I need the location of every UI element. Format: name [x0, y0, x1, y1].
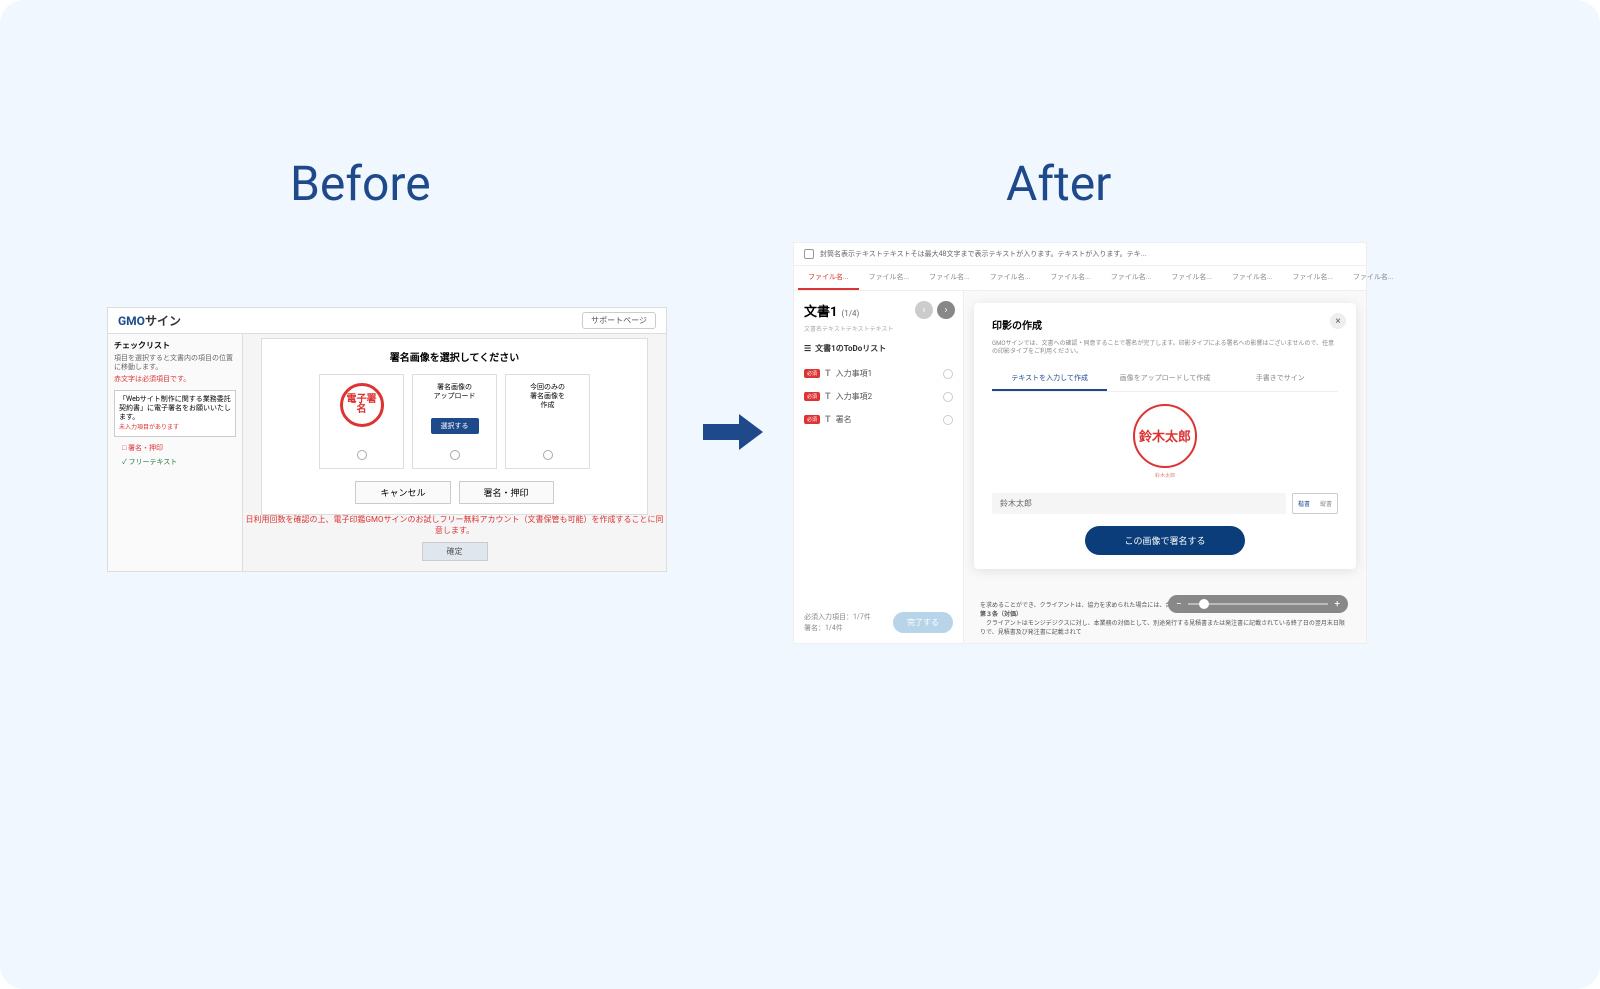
text-icon: T [825, 392, 831, 402]
status-icon [943, 369, 953, 379]
seal-modal-desc: GMOサインでは、文書への確認・同意することで署名が完了します。印影タイプによる… [992, 340, 1338, 357]
file-tab-7[interactable]: ファイル名... [1161, 266, 1222, 290]
hanko-sub: 鈴木太郎 [1155, 472, 1175, 479]
file-tab-5[interactable]: ファイル名... [1040, 266, 1101, 290]
progress-stats: 必須入力項目：1/7件 署名：1/4件 [804, 612, 871, 633]
before-sidebar: チェックリスト 項目を選択すると文書内の項目の位置に移動します。 赤文字は必須項… [108, 334, 243, 571]
sign-button[interactable]: 署名・押印 [459, 481, 554, 504]
support-button[interactable]: サポートページ [582, 312, 656, 329]
checklist-item-text[interactable]: ✓ フリーテキスト [114, 457, 236, 467]
before-heading: Before [290, 155, 431, 212]
name-input[interactable]: 鈴木太郎 [992, 493, 1286, 514]
radio-icon[interactable] [357, 450, 367, 460]
confirm-button[interactable]: 確定 [422, 542, 488, 561]
after-heading: After [1006, 155, 1111, 212]
radio-icon[interactable] [543, 450, 553, 460]
file-tab-8[interactable]: ファイル名... [1222, 266, 1283, 290]
file-tabs: ファイル名... ファイル名... ファイル名... ファイル名... ファイル… [794, 266, 1366, 291]
before-screenshot: GMOサイン サポートページ チェックリスト 項目を選択すると文書内の項目の位置… [107, 307, 667, 572]
text-icon: T [825, 369, 831, 379]
required-badge: 必須 [804, 369, 820, 378]
checklist-item-sign[interactable]: □ 署名・押印 [114, 443, 236, 453]
todo-item-2[interactable]: 必須 T 入力事項2 [804, 385, 953, 408]
sig-option-upload[interactable]: 署名画像の アップロード 選択する [412, 374, 497, 469]
status-icon [943, 415, 953, 425]
sig-option-hanko[interactable]: 電子署名 [319, 374, 404, 469]
sign-with-image-button[interactable]: この画像で署名する [1085, 526, 1245, 555]
select-button[interactable]: 選択する [431, 418, 479, 434]
seal-tab-handwrite[interactable]: 手書きでサイン [1223, 367, 1338, 391]
file-tab-9[interactable]: ファイル名... [1282, 266, 1343, 290]
checklist-box: 「Webサイト制作に関する業務委託契約書」に電子署名をお願いいたします。 未入力… [114, 390, 236, 437]
cancel-button[interactable]: キャンセル [355, 481, 450, 504]
todo-header: ☰ 文書1のToDoリスト [804, 343, 953, 354]
file-tab-10[interactable]: ファイル名... [1343, 266, 1404, 290]
signature-select-modal: 署名画像を選択してください 電子署名 署名画像の アップロード 選択する [261, 338, 648, 515]
checklist-desc: 項目を選択すると文書内の項目の位置に移動します。 [114, 354, 236, 372]
before-header: GMOサイン サポートページ [108, 308, 666, 334]
complete-button[interactable]: 完了する [893, 612, 953, 633]
doc-subtitle: 文書名テキストテキストテキスト [804, 324, 953, 333]
after-top-bar: 封筒名表示テキストテキストそは最大48文字まで表示テキストが入ります。テキストが… [794, 243, 1366, 266]
checklist-note: 赤文字は必須項目です。 [114, 374, 236, 384]
required-badge: 必須 [804, 415, 820, 424]
zoom-slider[interactable]: − + [1168, 595, 1348, 613]
file-tab-1[interactable]: ファイル名... [798, 266, 859, 290]
document-icon [804, 249, 814, 259]
font-style-toggle[interactable]: 楷書 縦書 [1292, 493, 1338, 514]
list-icon: ☰ [804, 344, 811, 353]
arrow-icon [703, 414, 763, 450]
seal-tab-text[interactable]: テキストを入力して作成 [992, 367, 1107, 391]
todo-item-3[interactable]: 必須 T 署名 [804, 408, 953, 431]
doc-count: (1/4) [841, 309, 859, 318]
text-icon: T [825, 415, 831, 425]
doc-title: 文書1 [804, 301, 837, 320]
seal-creation-modal: × 印影の作成 GMOサインでは、文書への確認・同意することで署名が完了します。… [974, 303, 1356, 569]
todo-item-1[interactable]: 必須 T 入力事項1 [804, 362, 953, 385]
sig-option-create[interactable]: 今回のみの 署名画像を 作成 [505, 374, 590, 469]
before-footer: 日利用回数を確認の上、電子印鑑GMOサインのお試しフリー無料アカウント（文書保管… [243, 514, 666, 561]
file-tab-2[interactable]: ファイル名... [859, 266, 920, 290]
seal-modal-title: 印影の作成 [992, 317, 1338, 332]
style-tategaki[interactable]: 縦書 [1315, 494, 1337, 513]
modal-title: 署名画像を選択してください [272, 349, 637, 364]
after-sidebar: ‹ › 文書1 (1/4) 文書名テキストテキストテキスト ☰ 文書1のToDo… [794, 291, 964, 643]
prev-button[interactable]: ‹ [915, 301, 933, 319]
hanko-icon: 電子署名 [340, 383, 384, 427]
gmo-logo: GMOサイン [118, 312, 181, 329]
style-kaisho[interactable]: 楷書 [1293, 494, 1315, 513]
zoom-track[interactable] [1188, 603, 1329, 605]
radio-icon[interactable] [450, 450, 460, 460]
before-main-area: 署名画像を選択してください 電子署名 署名画像の アップロード 選択する [243, 334, 666, 571]
hanko-preview: 鈴木太郎 [1133, 404, 1197, 468]
checklist-title: チェックリスト [114, 340, 236, 351]
status-icon [943, 392, 953, 402]
after-screenshot: 封筒名表示テキストテキストそは最大48文字まで表示テキストが入ります。テキストが… [793, 242, 1367, 644]
file-tab-6[interactable]: ファイル名... [1101, 266, 1162, 290]
required-badge: 必須 [804, 392, 820, 401]
zoom-out-icon[interactable]: − [1176, 599, 1182, 610]
zoom-in-icon[interactable]: + [1334, 599, 1340, 610]
seal-tab-upload[interactable]: 画像をアップロードして作成 [1107, 367, 1222, 391]
zoom-thumb[interactable] [1199, 599, 1209, 609]
close-button[interactable]: × [1330, 313, 1346, 329]
next-button[interactable]: › [937, 301, 955, 319]
file-tab-3[interactable]: ファイル名... [919, 266, 980, 290]
file-tab-4[interactable]: ファイル名... [980, 266, 1041, 290]
after-main-area: を求めることができ、クライアントは、協力を求められた場合には、合理的な範囲におい… [964, 291, 1366, 643]
